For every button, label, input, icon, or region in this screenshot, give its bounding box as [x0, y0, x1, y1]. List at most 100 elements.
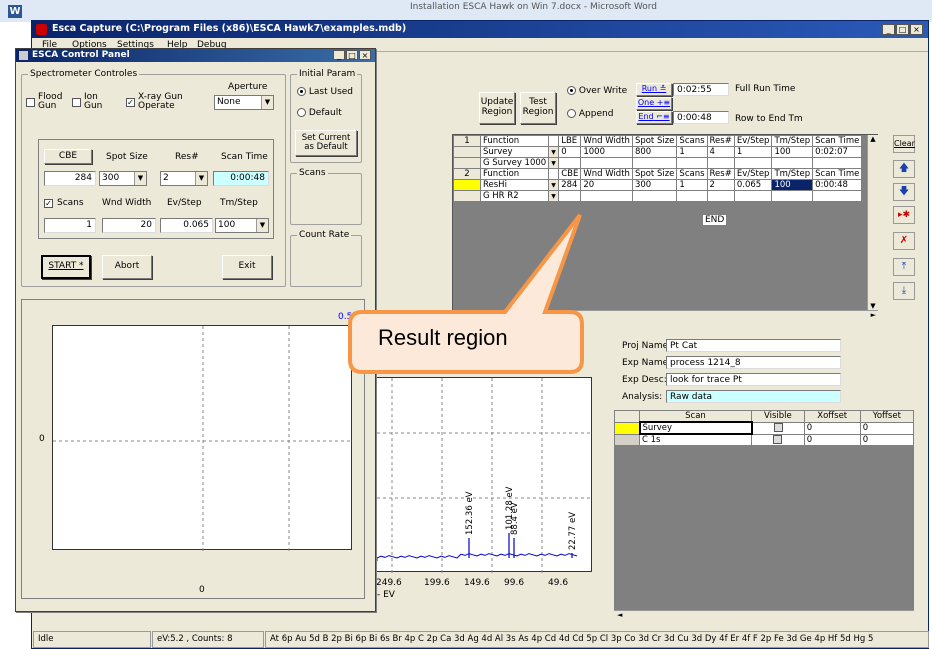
param-cell[interactable]: Wnd Width: [580, 168, 633, 180]
exit-button[interactable]: Exit: [222, 255, 272, 279]
param-cell[interactable]: Spot Size: [631, 168, 678, 180]
analysis-field[interactable]: Raw data: [666, 390, 841, 403]
column-header[interactable]: Yoffset: [859, 410, 915, 423]
visible-check-icon[interactable]: [773, 423, 783, 432]
param-cell[interactable]: [812, 190, 863, 202]
minimize-button[interactable]: _: [882, 24, 895, 35]
param-cell[interactable]: 20: [580, 179, 633, 191]
param-cell[interactable]: Scans: [676, 168, 708, 180]
move-down-icon[interactable]: 🡇: [893, 183, 915, 201]
run-button[interactable]: Run ≛: [636, 83, 672, 96]
xoffset-cell[interactable]: 0: [803, 433, 861, 446]
function-cell[interactable]: Function: [479, 168, 550, 180]
xoffset-cell[interactable]: 0: [803, 421, 861, 435]
exp-desc-field[interactable]: look for trace Pt: [666, 373, 841, 386]
param-cell[interactable]: 1: [676, 179, 708, 191]
param-cell[interactable]: [631, 190, 678, 202]
scan-list-hscroll[interactable]: ◄: [614, 610, 914, 622]
ev-step-field[interactable]: 0.065: [160, 218, 213, 233]
last-used-option[interactable]: Last Used: [297, 87, 353, 97]
param-cell[interactable]: Spot Size: [631, 135, 678, 147]
column-header[interactable]: Visible: [751, 410, 805, 423]
param-cell[interactable]: Scan Time: [812, 168, 863, 180]
scan-def-row[interactable]: Survey ▼ 0 1000 800 1 4 1 100 0:02:07: [453, 146, 863, 158]
update-region-button[interactable]: Update Region: [479, 92, 515, 124]
scan-name[interactable]: C 1s: [639, 433, 752, 446]
proj-name-field[interactable]: Pt Cat: [666, 339, 841, 352]
spot-size-select[interactable]: 300 ▼: [99, 171, 147, 186]
param-cell[interactable]: Wnd Width: [580, 135, 633, 147]
param-cell[interactable]: [631, 157, 678, 169]
chevron-down-icon[interactable]: ▼: [548, 157, 560, 169]
append-option[interactable]: Append: [567, 109, 613, 119]
last-used-radio[interactable]: [297, 87, 306, 96]
aperture-select[interactable]: None ▼: [214, 95, 274, 110]
overwrite-option[interactable]: Over Write: [567, 86, 627, 96]
param-cell[interactable]: [676, 190, 708, 202]
param-cell[interactable]: [706, 157, 735, 169]
res-select[interactable]: 2 ▼: [160, 171, 208, 186]
param-cell[interactable]: Res#: [706, 135, 735, 147]
chevron-down-icon[interactable]: ▼: [548, 146, 560, 158]
scan-list-row[interactable]: Survey 0 0: [614, 421, 915, 435]
param-cell[interactable]: Scan Time: [812, 135, 863, 147]
param-cell[interactable]: [676, 157, 708, 169]
param-cell[interactable]: [771, 157, 814, 169]
param-cell[interactable]: Tm/Step: [771, 168, 814, 180]
move-up-icon[interactable]: 🡅: [893, 160, 915, 178]
param-cell[interactable]: [706, 190, 735, 202]
param-cell[interactable]: [580, 157, 633, 169]
xray-gun-checkbox[interactable]: ✓: [126, 97, 135, 107]
test-region-button[interactable]: Test Region: [520, 92, 556, 124]
append-radio[interactable]: [567, 109, 576, 118]
yoffset-cell[interactable]: 0: [859, 421, 915, 435]
move-bottom-icon[interactable]: ⤓: [893, 282, 915, 300]
param-cell[interactable]: Res#: [706, 168, 735, 180]
overwrite-radio[interactable]: [567, 86, 576, 95]
ion-gun-checkbox[interactable]: [72, 97, 81, 107]
set-current-default-button[interactable]: Set Current as Default: [295, 130, 357, 156]
param-cell[interactable]: 1: [733, 146, 773, 158]
scan-def-row[interactable]: ResHi ▼ 284 20 300 1 2 0.065 100 0:00:48: [453, 179, 863, 191]
param-cell[interactable]: Tm/Step: [771, 135, 814, 147]
scan-def-row[interactable]: G Survey 1000 ▼: [453, 157, 863, 169]
param-cell[interactable]: 100: [771, 146, 814, 158]
start-button[interactable]: START *: [41, 255, 91, 279]
visible-checkbox[interactable]: [751, 421, 805, 435]
insert-row-icon[interactable]: ▸✱: [893, 206, 915, 224]
panel-close-button[interactable]: ×: [359, 50, 371, 60]
cbe-button[interactable]: CBE: [44, 149, 92, 164]
default-option[interactable]: Default: [297, 108, 342, 118]
param-cell[interactable]: [771, 190, 814, 202]
panel-minimize-button[interactable]: _: [333, 50, 345, 60]
param-cell[interactable]: LBE: [558, 135, 582, 147]
param-cell[interactable]: 800: [631, 146, 678, 158]
param-cell[interactable]: 0:00:48: [812, 179, 863, 191]
close-button[interactable]: ×: [910, 24, 923, 35]
table-vscroll[interactable]: ▲ ▼: [867, 135, 878, 310]
delete-row-icon[interactable]: ✗: [893, 232, 915, 250]
function-cell[interactable]: Function: [479, 135, 550, 147]
param-cell[interactable]: 2: [706, 179, 735, 191]
column-header[interactable]: Scan: [639, 410, 752, 423]
clear-button[interactable]: Clear: [893, 135, 915, 153]
function-cell[interactable]: G Survey 1000: [479, 157, 550, 169]
param-cell[interactable]: 0.065: [733, 179, 773, 191]
default-radio[interactable]: [297, 108, 306, 117]
visible-check-icon[interactable]: [773, 434, 783, 444]
tm-step-select[interactable]: 100 ▼: [215, 218, 269, 233]
end-button[interactable]: End ⌐≡: [636, 111, 672, 124]
one-button[interactable]: One +≡: [636, 97, 672, 110]
yoffset-cell[interactable]: 0: [859, 433, 915, 446]
param-cell[interactable]: [812, 157, 863, 169]
scan-list-row[interactable]: C 1s 0 0: [614, 433, 915, 446]
param-cell[interactable]: 1000: [580, 146, 633, 158]
move-top-icon[interactable]: ⤒: [893, 258, 915, 276]
scan-name[interactable]: Survey: [638, 421, 753, 435]
param-cell[interactable]: [733, 157, 773, 169]
param-cell[interactable]: 0: [558, 146, 582, 158]
scans-option[interactable]: ✓ Scans: [44, 198, 84, 208]
function-cell[interactable]: Survey: [479, 146, 550, 158]
param-cell[interactable]: 0:02:07: [812, 146, 863, 158]
visible-checkbox[interactable]: [751, 433, 805, 446]
